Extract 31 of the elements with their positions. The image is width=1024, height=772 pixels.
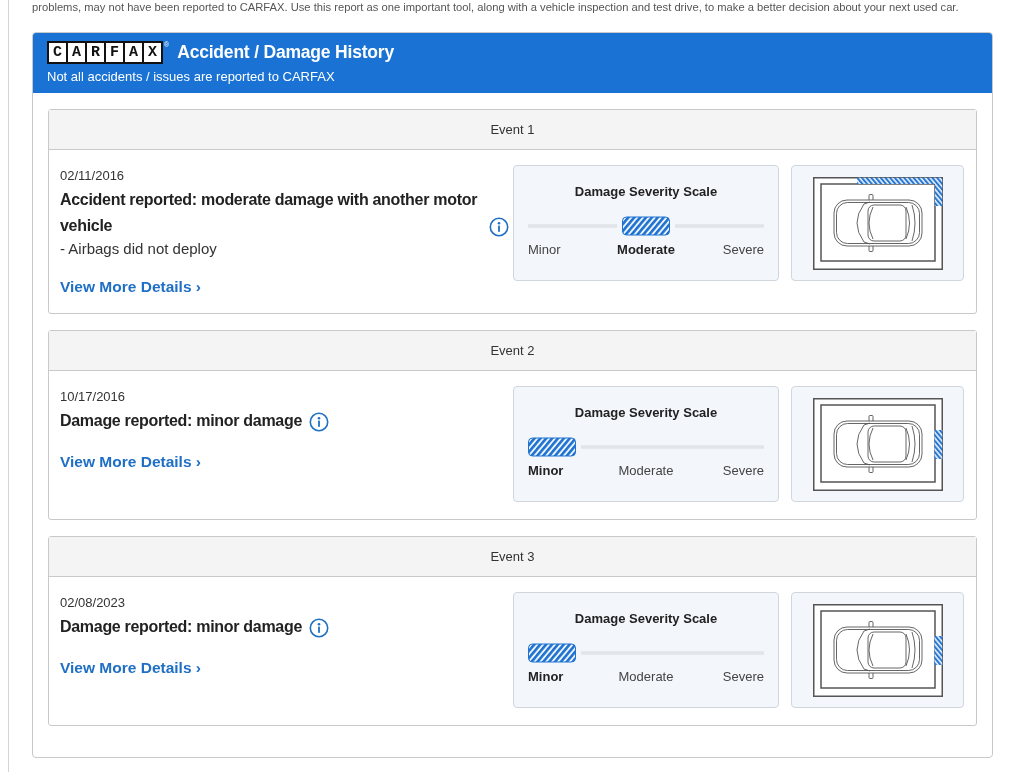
info-icon[interactable] (309, 412, 330, 432)
severity-level: Minor (528, 242, 561, 257)
event-header: Event 3 (49, 537, 976, 577)
severity-level: Moderate (618, 463, 674, 478)
view-details-link[interactable]: View More Details › (60, 453, 201, 470)
event-date: 02/08/2023 (60, 594, 127, 611)
view-details-link[interactable]: View More Details › (60, 278, 201, 295)
event-title: Damage reported: minor damage (60, 617, 303, 637)
event-header: Event 1 (49, 110, 976, 150)
view-details-link[interactable]: View More Details › (60, 659, 201, 676)
severity-level: Moderate (618, 669, 674, 684)
severity-level: Severe (722, 463, 764, 478)
severity-title: Damage Severity Scale (573, 183, 719, 201)
event-date: 02/11/2016 (60, 167, 126, 184)
severity-level: Severe (722, 242, 764, 257)
severity-level: Minor (528, 463, 564, 478)
event-title: Damage reported: minor damage (60, 411, 303, 431)
severity-title: Damage Severity Scale (573, 610, 719, 628)
severity-level: Minor (528, 669, 564, 684)
event-date: 10/17/2016 (60, 388, 127, 405)
severity-level: Moderate (617, 242, 675, 257)
severity-title: Damage Severity Scale (573, 404, 719, 422)
report-subtitle: Not all accidents / issues are reported to CARFAX (47, 69, 336, 84)
severity-level: Severe (722, 669, 764, 684)
info-icon[interactable] (309, 618, 330, 638)
intro-text: problems, may not have been reported to CARFAX. Use this report as one important tool, along with a vehicle inspection and test drive, to make a better decision about your next used car. (32, 0, 960, 14)
event-header: Event 2 (49, 331, 976, 371)
event-detail: - Airbags did not deploy (60, 239, 218, 259)
info-icon[interactable] (489, 217, 509, 237)
report-title: Accident / Damage History (177, 42, 394, 63)
event-title: Accident reported: moderate damage with another motor vehicle (60, 190, 479, 236)
